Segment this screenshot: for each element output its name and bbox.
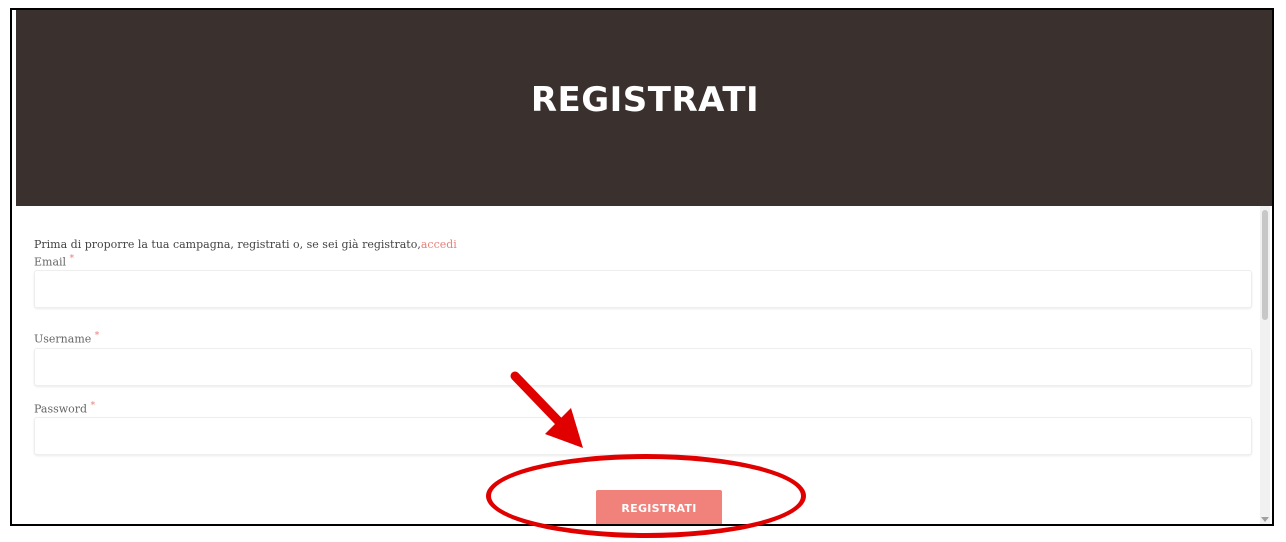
intro-text: Prima di proporre la tua campagna, regis… bbox=[34, 238, 457, 251]
page-title: REGISTRATI bbox=[530, 80, 760, 120]
browser-frame: REGISTRATI Prima di proporre la tua camp… bbox=[10, 8, 1274, 526]
username-label: Username * bbox=[34, 331, 99, 346]
vertical-scrollbar[interactable] bbox=[1260, 206, 1270, 524]
email-field[interactable] bbox=[34, 270, 1252, 308]
password-field[interactable] bbox=[34, 417, 1252, 455]
login-link[interactable]: accedi bbox=[421, 238, 457, 251]
password-label: Password * bbox=[34, 401, 95, 416]
red-arrow-icon bbox=[510, 371, 583, 448]
scroll-down-arrow-icon[interactable] bbox=[1261, 517, 1269, 522]
intro-message: Prima di proporre la tua campagna, regis… bbox=[34, 238, 421, 251]
password-label-text: Password bbox=[34, 402, 88, 416]
required-mark: * bbox=[69, 254, 75, 264]
email-label: Email * bbox=[34, 254, 74, 269]
email-label-text: Email bbox=[34, 255, 67, 269]
required-mark: * bbox=[94, 331, 100, 341]
username-label-text: Username bbox=[34, 332, 92, 346]
username-field[interactable] bbox=[34, 348, 1252, 386]
red-ellipse-highlight bbox=[486, 454, 806, 538]
page-header: REGISTRATI bbox=[16, 10, 1272, 206]
required-mark: * bbox=[90, 401, 96, 411]
scrollbar-thumb[interactable] bbox=[1262, 210, 1268, 320]
